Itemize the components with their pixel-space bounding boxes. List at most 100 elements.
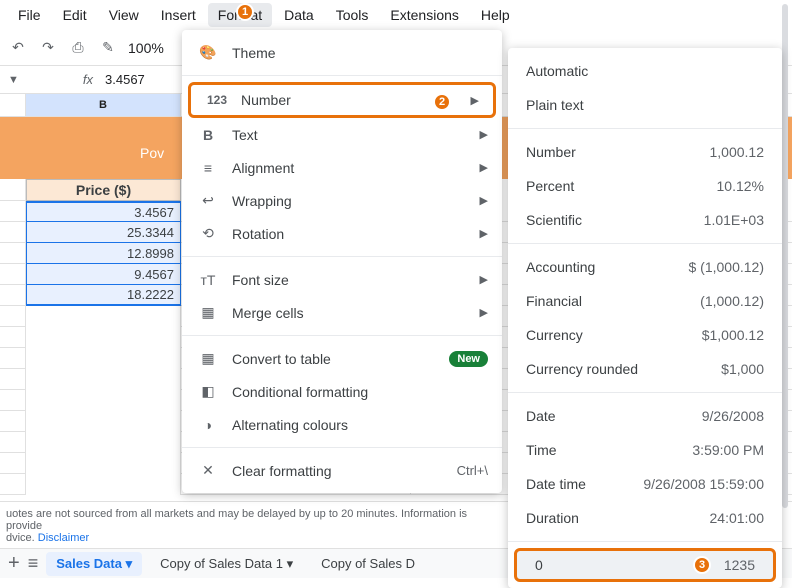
menu-insert[interactable]: Insert xyxy=(151,3,206,27)
print-icon[interactable]: ⎙ xyxy=(68,38,88,58)
number-format-option[interactable]: Duration24:01:00 xyxy=(508,501,782,535)
table-icon: ▦ xyxy=(198,349,218,369)
menu-item-alternating-colours[interactable]: ◑Alternating colours xyxy=(182,408,502,441)
chevron-down-icon[interactable]: ▼ xyxy=(8,74,19,86)
sheet-tab[interactable]: Copy of Sales Data 1 ▾ xyxy=(150,552,303,576)
menu-item-text[interactable]: BText▶ xyxy=(182,118,502,151)
number-format-option[interactable]: Number1,000.12 xyxy=(508,135,782,169)
theme-icon: 🎨 xyxy=(198,43,218,63)
row-header[interactable] xyxy=(0,222,26,242)
select-all-corner[interactable] xyxy=(0,94,26,116)
format-sample: 1.01E+03 xyxy=(704,212,764,228)
row-header[interactable] xyxy=(0,201,26,221)
number-format-option[interactable]: Currency rounded$1,000 xyxy=(508,352,782,386)
number-format-submenu: AutomaticPlain text Number1,000.12Percent… xyxy=(508,48,782,588)
fx-icon: fx xyxy=(83,72,93,87)
menu-item-merge-cells[interactable]: ▦Merge cells▶ xyxy=(182,296,502,329)
row-header[interactable] xyxy=(0,369,26,389)
number-format-option[interactable]: Financial(1,000.12) xyxy=(508,284,782,318)
number-format-option[interactable]: Plain text xyxy=(508,88,782,122)
row-header[interactable] xyxy=(0,348,26,368)
row-header[interactable] xyxy=(0,264,26,284)
bold-icon: B xyxy=(198,125,218,145)
row-header[interactable] xyxy=(0,411,26,431)
format-label: Scientific xyxy=(526,212,582,228)
row-header[interactable] xyxy=(0,390,26,410)
number-format-option[interactable]: Accounting$ (1,000.12) xyxy=(508,250,782,284)
zoom-level[interactable]: 100% xyxy=(128,40,164,56)
number-format-option[interactable]: Date time9/26/2008 15:59:00 xyxy=(508,467,782,501)
row-header[interactable] xyxy=(0,285,26,305)
annotation-badge-1: 1 xyxy=(236,3,254,21)
cell-value[interactable]: 12.8998 xyxy=(26,243,181,264)
number-format-option[interactable]: Automatic xyxy=(508,54,782,88)
empty-cell[interactable] xyxy=(26,306,181,327)
format-sample: $1,000 xyxy=(721,361,764,377)
menu-data[interactable]: Data xyxy=(274,3,324,27)
menu-extensions[interactable]: Extensions xyxy=(380,3,468,27)
row-header[interactable] xyxy=(0,179,26,201)
number-format-option[interactable]: Percent10.12% xyxy=(508,169,782,203)
menu-item-rotation[interactable]: ⟲Rotation▶ xyxy=(182,217,502,250)
add-sheet-button[interactable]: + xyxy=(8,552,20,575)
format-sample: 24:01:00 xyxy=(710,510,765,526)
rotation-icon: ⟲ xyxy=(198,224,218,244)
all-sheets-button[interactable]: ≡ xyxy=(28,553,39,574)
empty-cell[interactable] xyxy=(26,390,181,411)
menu-item-theme[interactable]: 🎨Theme xyxy=(182,36,502,69)
sheet-tab[interactable]: Copy of Sales D xyxy=(311,552,425,575)
row-header[interactable] xyxy=(0,432,26,452)
empty-cell[interactable] xyxy=(26,327,181,348)
undo-icon[interactable]: ↶ xyxy=(8,38,28,58)
empty-cell[interactable] xyxy=(26,369,181,390)
font-size-icon: тT xyxy=(198,270,218,290)
cell-value[interactable]: 3.4567 xyxy=(26,201,181,222)
cell-value[interactable]: 25.3344 xyxy=(26,222,181,243)
menu-item-alignment[interactable]: ≡Alignment▶ xyxy=(182,151,502,184)
number-format-option[interactable]: Currency$1,000.12 xyxy=(508,318,782,352)
submenu-scrollbar[interactable] xyxy=(782,4,788,508)
paint-format-icon[interactable]: ✎ xyxy=(98,38,118,58)
cell-value[interactable]: 9.4567 xyxy=(26,264,181,285)
empty-cell[interactable] xyxy=(26,453,181,474)
menu-view[interactable]: View xyxy=(99,3,149,27)
format-sample: $1,000.12 xyxy=(702,327,764,343)
menu-item-convert-table[interactable]: ▦Convert to tableNew xyxy=(182,342,502,375)
merge-cells-icon: ▦ xyxy=(198,303,218,323)
menu-tools[interactable]: Tools xyxy=(326,3,379,27)
formula-value[interactable]: 3.4567 xyxy=(105,72,145,87)
redo-icon[interactable]: ↷ xyxy=(38,38,58,58)
chevron-right-icon: ▶ xyxy=(480,306,488,319)
empty-cell[interactable] xyxy=(26,348,181,369)
menu-item-clear-formatting[interactable]: ✕Clear formattingCtrl+\ xyxy=(182,454,502,487)
menu-item-conditional-formatting[interactable]: ◧Conditional formatting xyxy=(182,375,502,408)
menu-file[interactable]: File xyxy=(8,3,51,27)
row-header[interactable] xyxy=(0,453,26,473)
disclaimer-link[interactable]: Disclaimer xyxy=(38,532,89,544)
format-sample: 1,000.12 xyxy=(710,144,765,160)
menu-item-font-size[interactable]: тTFont size▶ xyxy=(182,263,502,296)
number-format-option[interactable]: Time3:59:00 PM xyxy=(508,433,782,467)
menu-help[interactable]: Help xyxy=(471,3,520,27)
column-header-b[interactable]: B xyxy=(26,94,181,116)
menu-item-number[interactable]: 123 Number 2 ▶ xyxy=(188,82,496,118)
sheet-tab[interactable]: Sales Data ▾ xyxy=(46,552,142,576)
number-format-option[interactable]: Date9/26/2008 xyxy=(508,399,782,433)
empty-cell[interactable] xyxy=(26,474,181,495)
empty-cell[interactable] xyxy=(26,411,181,432)
disclaimer-text: uotes are not sourced from all markets a… xyxy=(0,504,510,548)
number-format-option[interactable]: 031235 xyxy=(514,548,776,582)
menu-edit[interactable]: Edit xyxy=(53,3,97,27)
price-column-header: Price ($) xyxy=(26,179,181,201)
row-header[interactable] xyxy=(0,327,26,347)
chevron-right-icon: ▶ xyxy=(480,161,488,174)
menu-item-wrapping[interactable]: ↩Wrapping▶ xyxy=(182,184,502,217)
row-header[interactable] xyxy=(0,474,26,494)
number-icon: 123 xyxy=(207,90,227,110)
row-header[interactable] xyxy=(0,243,26,263)
empty-cell[interactable] xyxy=(26,432,181,453)
shortcut-label: Ctrl+\ xyxy=(457,463,488,478)
row-header[interactable] xyxy=(0,306,26,326)
cell-value[interactable]: 18.2222 xyxy=(26,285,181,306)
number-format-option[interactable]: Scientific 1.01E+03 xyxy=(508,203,782,237)
